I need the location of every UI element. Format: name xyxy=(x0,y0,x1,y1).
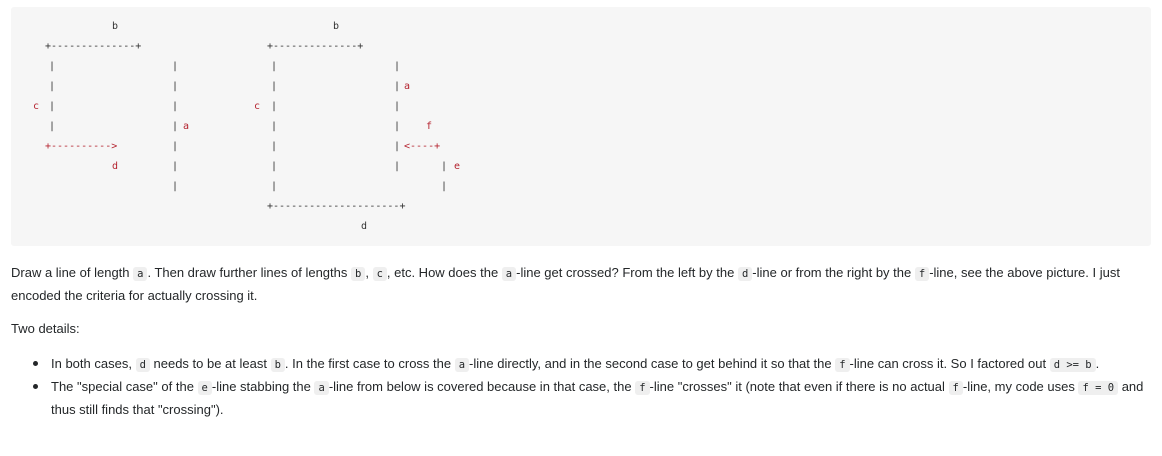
svg-text:|: | xyxy=(441,181,447,192)
svg-text:|: | xyxy=(394,101,400,112)
text: -line, my code uses xyxy=(962,379,1079,394)
label-d-left: d xyxy=(112,161,118,172)
bullet-icon xyxy=(33,361,38,366)
label-c-right: c xyxy=(254,101,260,112)
bottom-edge-right: +---------------------+ xyxy=(267,201,405,212)
svg-text:|: | xyxy=(271,121,277,132)
label-a-left: a xyxy=(183,121,189,132)
text: In both cases, xyxy=(51,356,136,371)
text: The "special case" of the xyxy=(51,379,198,394)
inline-code-a: a xyxy=(314,381,329,395)
text: -line from below is covered because in t… xyxy=(328,379,636,394)
svg-text:|: | xyxy=(49,121,55,132)
text: needs to be at least xyxy=(149,356,271,371)
list-item: The "special case" of the e -line stabbin… xyxy=(11,376,1151,421)
top-edge-left: +--------------+ xyxy=(45,41,141,52)
label-e-right: e xyxy=(454,161,460,172)
inline-code-a: a xyxy=(454,358,470,372)
inline-code-c: c xyxy=(372,267,387,281)
text: -line stabbing the xyxy=(211,379,315,394)
inline-code-b: b xyxy=(270,358,285,372)
text: Draw a line of length xyxy=(11,265,134,280)
label-c-left: c xyxy=(33,101,39,112)
text: -line get crossed? From the left by the xyxy=(516,265,738,280)
inline-code-a: a xyxy=(133,267,148,281)
svg-text:|: | xyxy=(49,101,55,112)
paragraph-explanation: Draw a line of length a. Then draw furth… xyxy=(11,262,1151,307)
bullet-icon xyxy=(33,384,38,389)
svg-text:|: | xyxy=(394,81,400,92)
inline-code-a: a xyxy=(501,267,517,281)
svg-text:|: | xyxy=(271,181,277,192)
text: -line "crosses" it (note that even if th… xyxy=(649,379,949,394)
svg-text:|: | xyxy=(271,61,277,72)
svg-text:|: | xyxy=(271,141,277,152)
svg-text:|: | xyxy=(172,61,178,72)
f-arrow-right: <----+ xyxy=(404,141,440,152)
text: . xyxy=(1095,356,1100,371)
svg-text:|: | xyxy=(271,161,277,172)
inline-code-d: d xyxy=(135,358,150,372)
inline-code-f: f xyxy=(835,358,850,372)
svg-text:|: | xyxy=(394,141,400,152)
label-a-right: a xyxy=(404,81,410,92)
inline-code-f: f xyxy=(948,381,963,395)
svg-text:|: | xyxy=(394,121,400,132)
paragraph-two-details: Two details: xyxy=(11,321,80,336)
text: -line directly, and in the second case t… xyxy=(469,356,836,371)
label-f-right: f xyxy=(426,121,432,132)
svg-text:|: | xyxy=(172,81,178,92)
svg-text:|: | xyxy=(271,81,277,92)
inline-code-d-ge-b: d >= b xyxy=(1049,358,1096,372)
text: -line can cross it. So I factored out xyxy=(849,356,1050,371)
svg-text:|: | xyxy=(394,161,400,172)
inline-code-f: f xyxy=(914,267,930,281)
label-d-right: d xyxy=(361,221,367,232)
top-edge-right: +--------------+ xyxy=(267,41,363,52)
text: . Then draw further lines of lengths xyxy=(147,265,351,280)
details-list: In both cases, d needs to be at least b.… xyxy=(11,353,1151,421)
list-item: In both cases, d needs to be at least b.… xyxy=(11,353,1151,376)
svg-text:|: | xyxy=(172,181,178,192)
svg-text:|: | xyxy=(394,61,400,72)
text: -line or from the right by the xyxy=(752,265,915,280)
inline-code-d: d xyxy=(737,267,753,281)
ascii-diagram: b +--------------+ | | | | c | | | | a +------… xyxy=(33,21,460,232)
inline-code-b: b xyxy=(351,267,366,281)
svg-text:|: | xyxy=(271,101,277,112)
text: , xyxy=(365,265,373,280)
inline-code-f-eq-0: f = 0 xyxy=(1078,381,1119,395)
inline-code-f: f xyxy=(635,381,650,395)
svg-text:|: | xyxy=(172,161,178,172)
svg-text:|: | xyxy=(172,101,178,112)
svg-text:|: | xyxy=(441,161,447,172)
svg-text:|: | xyxy=(49,81,55,92)
code-block: b +--------------+ | | | | c | | | | a +------… xyxy=(11,7,1151,246)
inline-code-e: e xyxy=(197,381,212,395)
svg-text:|: | xyxy=(172,141,178,152)
d-arrow-left: +----------> xyxy=(45,141,117,152)
text: . In the first case to cross the xyxy=(284,356,455,371)
svg-text:|: | xyxy=(172,121,178,132)
label-b-left: b xyxy=(112,21,118,32)
label-b-right: b xyxy=(333,21,339,32)
text: , etc. How does the xyxy=(386,265,502,280)
svg-text:|: | xyxy=(49,61,55,72)
